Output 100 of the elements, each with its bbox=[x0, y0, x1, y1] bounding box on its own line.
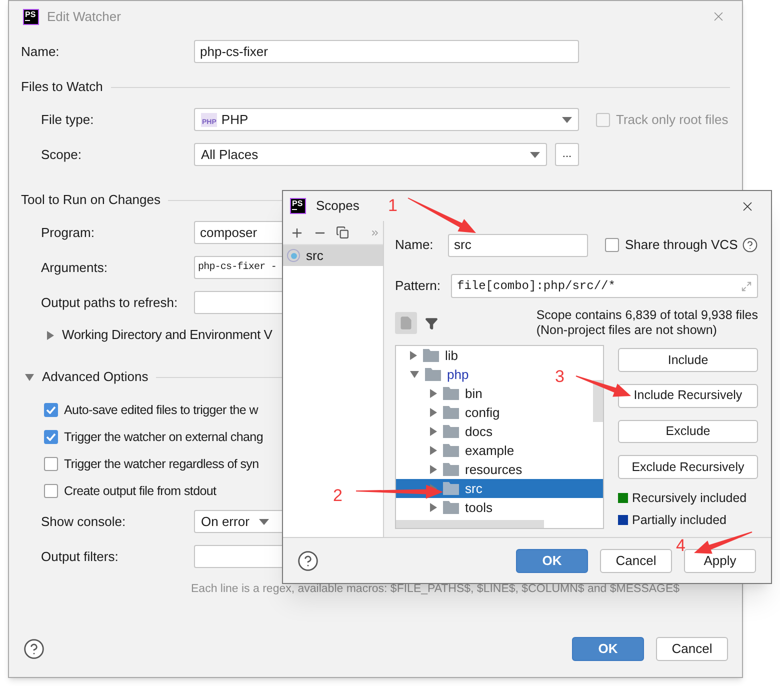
field-label: Name: bbox=[395, 237, 434, 252]
text-field[interactable]: php-cs-fixer bbox=[194, 40, 579, 63]
scrollbar[interactable] bbox=[396, 520, 544, 528]
filter-icon[interactable] bbox=[425, 316, 438, 330]
caret-icon bbox=[530, 152, 540, 158]
folder-icon bbox=[443, 444, 459, 457]
checkbox[interactable] bbox=[44, 403, 58, 417]
help-icon[interactable] bbox=[297, 550, 319, 572]
help-icon[interactable] bbox=[742, 237, 758, 253]
annotation-number: 3 bbox=[555, 368, 564, 385]
section-toggle-label[interactable]: Working Directory and Environment V bbox=[62, 325, 272, 345]
annotation-number: 4 bbox=[676, 537, 686, 554]
expand-icon[interactable] bbox=[430, 465, 437, 474]
section-title: Files to Watch bbox=[21, 78, 103, 96]
action-button[interactable]: Exclude bbox=[618, 420, 758, 444]
scope-list-item[interactable]: src bbox=[283, 245, 383, 266]
field-label: Name: bbox=[21, 44, 60, 59]
dialog-button[interactable]: Cancel bbox=[600, 548, 672, 572]
tree-item[interactable]: tools bbox=[430, 498, 492, 518]
field-label: Pattern: bbox=[395, 278, 441, 294]
scope-icon bbox=[287, 249, 300, 262]
field-label: Scope: bbox=[41, 146, 82, 162]
help-icon[interactable] bbox=[23, 638, 45, 660]
checkbox[interactable] bbox=[44, 430, 58, 444]
expand-icon[interactable] bbox=[430, 389, 437, 398]
tree-item[interactable]: php bbox=[410, 364, 469, 384]
tree-item-label: bin bbox=[465, 384, 482, 403]
annotation-number: 1 bbox=[388, 197, 398, 214]
copy-icon[interactable] bbox=[336, 226, 349, 239]
dialog-button[interactable]: Cancel bbox=[656, 637, 728, 661]
field-value: src bbox=[454, 236, 472, 254]
tree-item-label: php bbox=[447, 366, 469, 384]
field-label: Output filters: bbox=[41, 548, 118, 564]
browse-button[interactable]: ... bbox=[555, 143, 579, 166]
tree-item-label: tools bbox=[465, 498, 492, 517]
tree-item-label: config bbox=[465, 404, 500, 422]
pattern-field[interactable]: file[combo]:php/src//* bbox=[451, 274, 758, 298]
dropdown-value: On error bbox=[201, 512, 250, 531]
app-logo-icon: PS bbox=[23, 8, 39, 24]
expand-icon[interactable] bbox=[741, 280, 752, 292]
hint-text: Each line is a regex, available macros: $FILE_PATHS$, $LINE$, $COLUMN$ and $MESSAGE$ bbox=[191, 583, 680, 595]
scope-summary: Scope contains 6,839 of total 9,938 files bbox=[536, 308, 758, 323]
field-label: File type: bbox=[41, 112, 94, 127]
section-toggle-label[interactable]: Advanced Options bbox=[42, 367, 148, 387]
folder-icon bbox=[443, 387, 459, 400]
folder-icon bbox=[423, 349, 439, 362]
scrollbar[interactable] bbox=[593, 380, 603, 422]
expand-icon[interactable] bbox=[430, 427, 437, 436]
folder-icon bbox=[443, 482, 459, 495]
app-logo-icon: PS bbox=[290, 198, 306, 214]
dropdown[interactable]: All Places bbox=[194, 143, 547, 166]
tree-item-label: src bbox=[465, 480, 482, 498]
expand-icon[interactable] bbox=[430, 446, 437, 455]
checkbox[interactable] bbox=[44, 457, 58, 471]
folder-icon bbox=[425, 368, 441, 381]
checkbox-label: Trigger the watcher regardless of syn bbox=[64, 456, 259, 473]
scope-name: src bbox=[306, 246, 324, 265]
tree-item[interactable]: docs bbox=[430, 422, 492, 442]
action-button[interactable]: Include Recursively bbox=[618, 384, 758, 408]
tree-item[interactable]: lib bbox=[410, 346, 458, 366]
dropdown-value: PHP bbox=[221, 110, 250, 129]
field-label: Output paths to refresh: bbox=[41, 294, 178, 310]
expand-icon[interactable] bbox=[430, 408, 437, 417]
ok-button[interactable]: OK bbox=[572, 637, 644, 661]
dialog-button[interactable]: Apply bbox=[684, 548, 756, 572]
annotation-arrow bbox=[694, 532, 752, 554]
field-value: php-cs-fixer bbox=[200, 42, 268, 61]
tree-item[interactable]: config bbox=[430, 402, 500, 422]
checkbox[interactable] bbox=[605, 238, 619, 252]
tree-item[interactable]: src bbox=[396, 479, 603, 498]
annotation-number: 2 bbox=[333, 487, 342, 504]
annotation-arrow bbox=[408, 198, 476, 233]
collapse-icon[interactable] bbox=[25, 374, 34, 380]
folder-icon bbox=[443, 463, 459, 476]
legend-label: Recursively included bbox=[632, 490, 747, 507]
field-label: Show console: bbox=[41, 514, 126, 529]
tree-item[interactable]: bin bbox=[430, 384, 482, 404]
field-value: php-cs-fixer - bbox=[198, 260, 276, 275]
checkbox-label: Trigger the watcher on external chang bbox=[64, 428, 263, 446]
expand-icon[interactable] bbox=[430, 503, 437, 512]
tree-item-label: lib bbox=[445, 346, 458, 365]
tree-item[interactable]: example bbox=[430, 440, 514, 460]
folder-icon bbox=[443, 501, 459, 514]
more-icon[interactable] bbox=[370, 228, 380, 238]
expand-icon[interactable] bbox=[47, 330, 54, 340]
tree-item[interactable]: resources bbox=[430, 460, 522, 480]
expand-icon[interactable] bbox=[410, 351, 417, 360]
action-button[interactable]: Exclude Recursively bbox=[618, 455, 758, 479]
checkbox-label: Share through VCS bbox=[625, 236, 738, 254]
folder-icon bbox=[443, 406, 459, 419]
folder-icon bbox=[443, 425, 459, 438]
caret-icon bbox=[562, 116, 572, 122]
section-title: Tool to Run on Changes bbox=[21, 191, 160, 210]
action-button[interactable]: Include bbox=[618, 348, 758, 372]
checkbox[interactable] bbox=[44, 484, 58, 498]
ok-button[interactable]: OK bbox=[516, 548, 588, 572]
field-label: Program: bbox=[41, 224, 94, 240]
add-icon[interactable] bbox=[290, 226, 304, 240]
text-field[interactable]: src bbox=[448, 234, 588, 256]
field-value: file[combo]:php/src//* bbox=[457, 278, 616, 295]
